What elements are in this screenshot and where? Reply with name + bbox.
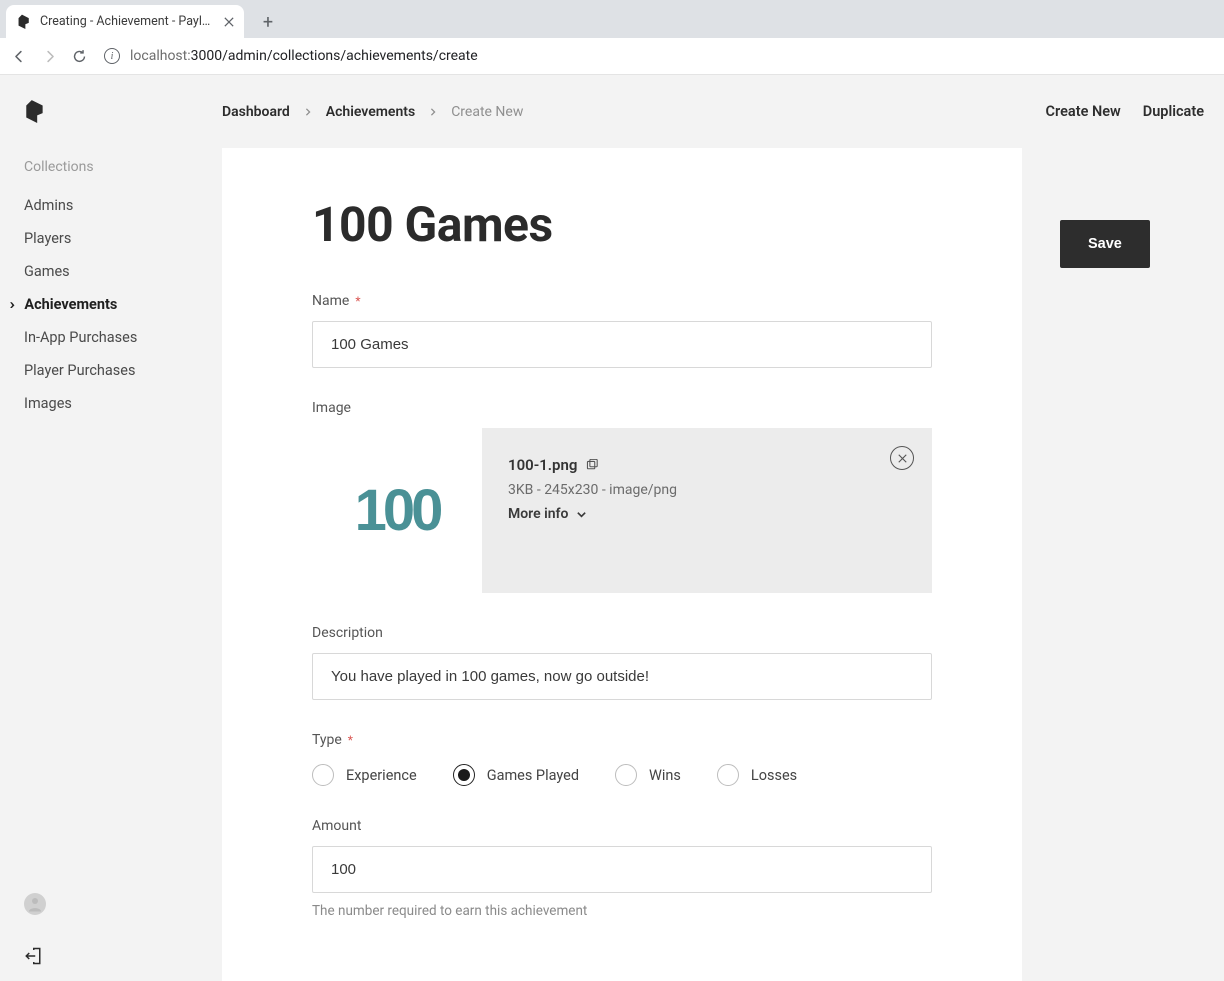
chevron-right-icon bbox=[304, 108, 312, 116]
back-icon[interactable] bbox=[10, 47, 28, 65]
radio-losses[interactable]: Losses bbox=[717, 764, 797, 786]
image-thumbnail[interactable]: 100 bbox=[312, 428, 482, 593]
radio-label: Experience bbox=[346, 767, 417, 784]
radio-experience[interactable]: Experience bbox=[312, 764, 417, 786]
type-label: Type bbox=[312, 732, 342, 748]
sidebar-item-label: Player Purchases bbox=[24, 362, 135, 379]
amount-label: Amount bbox=[312, 818, 361, 834]
description-label: Description bbox=[312, 625, 383, 641]
image-filename[interactable]: 100-1.png bbox=[508, 456, 577, 474]
sidebar-item-games[interactable]: Games bbox=[0, 255, 222, 288]
app-root: Collections Admins Players Games Achievemen… bbox=[0, 75, 1224, 981]
breadcrumb-item: Create New bbox=[451, 104, 523, 120]
image-label: Image bbox=[312, 400, 351, 416]
tab-bar: Creating - Achievement - Payload + bbox=[0, 0, 1224, 38]
radio-circle-icon bbox=[615, 764, 637, 786]
browser-toolbar: i localhost:3000/admin/collections/achie… bbox=[0, 38, 1224, 75]
amount-help-text: The number required to earn this achieve… bbox=[312, 903, 932, 919]
tab-title: Creating - Achievement - Payload bbox=[40, 14, 216, 29]
form-card: 100 Games Name * Image bbox=[222, 148, 1022, 981]
field-image: Image 100 100-1.png bbox=[312, 400, 932, 593]
name-input[interactable] bbox=[312, 321, 932, 368]
app-logo-icon[interactable] bbox=[24, 99, 46, 123]
sidebar-item-players[interactable]: Players bbox=[0, 222, 222, 255]
type-radio-group: Experience Games Played Wins Losses bbox=[312, 764, 932, 786]
field-type: Type * Experience Games Played Wins Losses bbox=[312, 732, 932, 786]
breadcrumb-item[interactable]: Dashboard bbox=[222, 104, 290, 120]
more-info-toggle[interactable]: More info bbox=[508, 506, 906, 522]
sidebar-item-in-app-purchases[interactable]: In-App Purchases bbox=[0, 321, 222, 354]
breadcrumb-item[interactable]: Achievements bbox=[326, 104, 415, 120]
remove-image-icon[interactable] bbox=[890, 446, 914, 470]
sidebar-item-admins[interactable]: Admins bbox=[0, 189, 222, 222]
radio-circle-icon bbox=[717, 764, 739, 786]
top-bar: Dashboard Achievements Create New Create N… bbox=[222, 75, 1224, 120]
sidebar-section-label: Collections bbox=[24, 159, 222, 175]
new-tab-button[interactable]: + bbox=[254, 8, 282, 36]
right-rail: Save bbox=[1022, 120, 1222, 981]
sidebar-item-label: Achievements bbox=[24, 296, 117, 313]
browser-tab[interactable]: Creating - Achievement - Payload bbox=[6, 5, 244, 38]
sidebar-item-label: Players bbox=[24, 230, 71, 247]
more-info-label: More info bbox=[508, 506, 568, 522]
required-star-icon: * bbox=[348, 733, 353, 747]
image-meta-text: 3KB - 245x230 - image/png bbox=[508, 482, 906, 498]
logout-icon[interactable] bbox=[24, 947, 42, 965]
sidebar-item-label: Admins bbox=[24, 197, 73, 214]
radio-circle-icon bbox=[453, 764, 475, 786]
image-meta-box: 100-1.png 3KB - 245x230 - image/png More… bbox=[482, 428, 932, 593]
forward-icon bbox=[40, 47, 58, 65]
sidebar-item-images[interactable]: Images bbox=[0, 387, 222, 420]
amount-input[interactable] bbox=[312, 846, 932, 893]
site-info-icon[interactable]: i bbox=[104, 48, 120, 64]
sidebar-item-label: Images bbox=[24, 395, 72, 412]
radio-label: Wins bbox=[649, 767, 681, 784]
sidebar-item-label: Games bbox=[24, 263, 70, 280]
field-description: Description bbox=[312, 625, 932, 700]
avatar[interactable] bbox=[24, 893, 46, 915]
address-bar[interactable]: i localhost:3000/admin/collections/achie… bbox=[100, 48, 1214, 64]
chevron-right-icon bbox=[429, 108, 437, 116]
create-new-link[interactable]: Create New bbox=[1046, 103, 1121, 120]
page-title: 100 Games bbox=[312, 196, 932, 253]
breadcrumb: Dashboard Achievements Create New bbox=[222, 104, 523, 120]
chevron-down-icon bbox=[576, 509, 587, 520]
sidebar-item-player-purchases[interactable]: Player Purchases bbox=[0, 354, 222, 387]
reload-icon[interactable] bbox=[70, 47, 88, 65]
browser-chrome: Creating - Achievement - Payload + i loc… bbox=[0, 0, 1224, 75]
duplicate-link[interactable]: Duplicate bbox=[1143, 103, 1204, 120]
sidebar: Collections Admins Players Games Achievemen… bbox=[0, 75, 222, 981]
radio-label: Games Played bbox=[487, 767, 579, 784]
radio-circle-icon bbox=[312, 764, 334, 786]
required-star-icon: * bbox=[355, 294, 360, 308]
field-name: Name * bbox=[312, 293, 932, 368]
radio-games-played[interactable]: Games Played bbox=[453, 764, 579, 786]
copy-filename-icon[interactable] bbox=[585, 459, 598, 472]
description-input[interactable] bbox=[312, 653, 932, 700]
save-button[interactable]: Save bbox=[1060, 220, 1150, 268]
sidebar-item-label: In-App Purchases bbox=[24, 329, 137, 346]
field-amount: Amount The number required to earn this … bbox=[312, 818, 932, 919]
sidebar-item-achievements[interactable]: Achievements bbox=[0, 288, 222, 321]
name-label: Name bbox=[312, 293, 349, 309]
radio-label: Losses bbox=[751, 767, 797, 784]
radio-wins[interactable]: Wins bbox=[615, 764, 681, 786]
url-text: localhost:3000/admin/collections/achieve… bbox=[130, 48, 478, 64]
main-content: Dashboard Achievements Create New Create N… bbox=[222, 75, 1224, 981]
tab-close-icon[interactable] bbox=[224, 17, 234, 27]
tab-favicon-icon bbox=[16, 14, 32, 30]
